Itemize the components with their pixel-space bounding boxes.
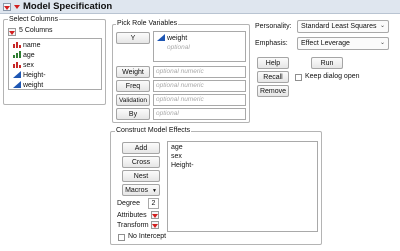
emphasis-value: Effect Leverage bbox=[301, 40, 350, 47]
nest-button[interactable]: Nest bbox=[122, 170, 160, 182]
list-item[interactable]: Height- bbox=[13, 71, 46, 80]
validation-role-field[interactable]: optional numeric bbox=[153, 94, 246, 106]
emphasis-label: Emphasis: bbox=[255, 40, 288, 47]
macros-label: Macros bbox=[125, 187, 149, 194]
page-title: Model Specification bbox=[23, 1, 113, 12]
macros-button[interactable]: Macros ▼ bbox=[122, 184, 160, 196]
freq-role-field[interactable]: optional numeric bbox=[153, 80, 246, 92]
list-item[interactable]: name bbox=[13, 41, 41, 50]
chevron-down-icon: ⌄ bbox=[379, 23, 385, 29]
transform-label: Transform bbox=[117, 222, 149, 229]
ordinal-icon bbox=[13, 51, 21, 58]
run-button[interactable]: Run bbox=[311, 57, 343, 69]
continuous-icon bbox=[157, 34, 165, 41]
nominal-icon bbox=[13, 41, 21, 48]
remove-button[interactable]: Remove bbox=[257, 85, 289, 97]
recall-button[interactable]: Recall bbox=[257, 71, 289, 83]
attributes-label: Attributes bbox=[117, 212, 147, 219]
list-item[interactable]: age bbox=[13, 51, 35, 60]
pick-role-label: Pick Role Variables bbox=[116, 20, 179, 27]
transform-menu-icon[interactable] bbox=[151, 221, 159, 229]
no-intercept-checkbox[interactable] bbox=[118, 234, 125, 241]
list-item[interactable]: weight bbox=[13, 81, 43, 90]
attributes-menu-icon[interactable] bbox=[151, 211, 159, 219]
chevron-down-icon: ▼ bbox=[151, 188, 157, 194]
no-intercept-label: No Intercept bbox=[128, 233, 167, 240]
columns-count: 5 Columns bbox=[19, 27, 53, 34]
y-role-value: weight bbox=[167, 35, 188, 42]
y-role-placeholder: optional bbox=[167, 44, 190, 51]
by-role-field[interactable]: optional bbox=[153, 108, 246, 120]
collapse-disclosure-icon[interactable] bbox=[3, 3, 11, 11]
y-role-button[interactable]: Y bbox=[116, 32, 150, 44]
cross-button[interactable]: Cross bbox=[122, 156, 160, 168]
column-name: sex bbox=[23, 62, 34, 69]
keep-dialog-open-label: Keep dialog open bbox=[305, 73, 360, 80]
emphasis-select[interactable]: Effect Leverage ⌄ bbox=[297, 37, 389, 50]
column-name: Height- bbox=[23, 72, 46, 79]
personality-value: Standard Least Squares bbox=[301, 23, 377, 30]
y-role-listbox[interactable]: weight optional bbox=[153, 31, 246, 62]
weight-role-field[interactable]: optional numeric bbox=[153, 66, 246, 78]
list-item[interactable]: Height- bbox=[171, 161, 194, 170]
column-name: name bbox=[23, 42, 41, 49]
keep-dialog-open-checkbox[interactable] bbox=[295, 74, 302, 81]
personality-select[interactable]: Standard Least Squares ⌄ bbox=[297, 20, 389, 33]
help-button[interactable]: Help bbox=[257, 57, 289, 69]
column-name: age bbox=[23, 52, 35, 59]
validation-role-button[interactable]: Validation bbox=[116, 94, 150, 106]
degree-label: Degree bbox=[117, 200, 140, 207]
construct-model-effects-label: Construct Model Effects bbox=[115, 127, 192, 134]
freq-role-button[interactable]: Freq bbox=[116, 80, 150, 92]
degree-field[interactable]: 2 bbox=[148, 198, 159, 209]
list-item[interactable]: sex bbox=[13, 61, 34, 70]
columns-listbox[interactable]: name age sex Height- weight bbox=[8, 38, 102, 90]
list-item[interactable]: sex bbox=[171, 152, 182, 161]
by-role-button[interactable]: By bbox=[116, 108, 150, 120]
weight-role-button[interactable]: Weight bbox=[116, 66, 150, 78]
model-effects-listbox[interactable]: age sex Height- bbox=[167, 141, 318, 232]
column-name: weight bbox=[23, 82, 44, 89]
nominal-icon bbox=[13, 61, 21, 68]
continuous-icon bbox=[13, 71, 21, 78]
personality-label: Personality: bbox=[255, 23, 292, 30]
add-button[interactable]: Add bbox=[122, 142, 160, 154]
chevron-down-icon: ⌄ bbox=[379, 40, 385, 46]
continuous-icon bbox=[13, 81, 21, 88]
columns-menu-icon[interactable] bbox=[8, 28, 16, 36]
y-role-item[interactable]: weight bbox=[157, 34, 187, 42]
red-triangle-menu-icon[interactable] bbox=[13, 3, 21, 11]
select-columns-label: Select Columns bbox=[8, 16, 60, 23]
list-item[interactable]: age bbox=[171, 143, 183, 152]
